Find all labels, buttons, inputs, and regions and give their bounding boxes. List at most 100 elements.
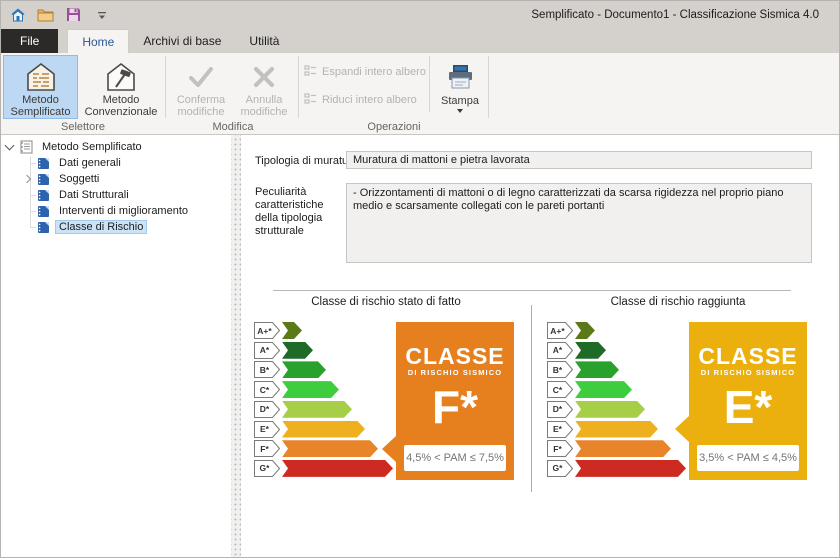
expand-tree-icon: [304, 65, 317, 80]
scale-row: F*: [547, 440, 671, 457]
scale-arrow: [575, 440, 671, 457]
tree-item-dati-strutturali[interactable]: Dati Strutturali: [1, 187, 231, 203]
scale-arrow: [575, 401, 645, 418]
scale-row: E*: [547, 421, 658, 438]
scale-row: A*: [254, 342, 313, 359]
scale-class-label: B*: [254, 361, 280, 378]
espandi-intero-albero-button[interactable]: Espandi intero albero: [304, 62, 432, 82]
riduci-intero-albero-button[interactable]: Riduci intero albero: [304, 90, 432, 110]
scale-arrow: [282, 322, 302, 339]
annulla-modifiche-button[interactable]: Annulla modifiche: [234, 55, 294, 119]
charts-separator: [273, 290, 791, 291]
metodo-convenzionale-label: Metodo Convenzionale: [83, 94, 159, 118]
group-label-selettore: Selettore: [1, 121, 165, 133]
tab-file[interactable]: File: [1, 29, 58, 53]
open-folder-icon[interactable]: [37, 6, 54, 23]
pam-range-badge: 3,5% < PAM ≤ 4,5%: [697, 445, 799, 471]
risk-class-letter: F*: [396, 385, 514, 429]
house-conventional-icon: [105, 59, 137, 94]
scale-arrow: [282, 401, 352, 418]
scale-class-label: F*: [254, 440, 280, 457]
chevron-right-icon[interactable]: [23, 175, 31, 183]
tree-item-interventi-di-miglioramento[interactable]: Interventi di miglioramento: [1, 203, 231, 219]
book-icon: [37, 173, 50, 186]
scale-row: E*: [254, 421, 365, 438]
classe-heading: CLASSE: [396, 322, 514, 367]
scale-class-label: C*: [547, 381, 573, 398]
conferma-modifiche-button[interactable]: Conferma modifiche: [170, 55, 232, 119]
tree-root-metodo-semplificato[interactable]: Metodo Semplificato: [1, 139, 231, 155]
chart-title-raggiunta: Classe di rischio raggiunta: [538, 296, 818, 308]
scale-class-label: A+*: [547, 322, 573, 339]
classe-subheading: DI RISCHIO SISMICO: [689, 368, 807, 377]
group-label-operazioni: Operazioni: [301, 121, 487, 133]
home-icon[interactable]: [9, 6, 26, 23]
notebook-icon: [19, 140, 33, 154]
conferma-modifiche-label: Conferma modifiche: [171, 94, 231, 118]
scale-row: A+*: [254, 322, 302, 339]
scale-class-label: E*: [547, 421, 573, 438]
risk-scale-raggiunta: A+* A* B* C* D* E* F* G* CLASSE DI RISCHIO SISM…: [547, 322, 822, 480]
scale-class-label: A*: [254, 342, 280, 359]
scale-class-label: D*: [254, 401, 280, 418]
scale-arrow: [575, 322, 595, 339]
ribbon-tab-bar: File Home Archivi di base Utilità: [1, 28, 839, 53]
metodo-semplificato-button[interactable]: Metodo Semplificato: [3, 55, 78, 119]
customize-toolbar-icon[interactable]: [93, 6, 110, 23]
peculiarita-textarea[interactable]: - Orizzontamenti di mattoni o di legno c…: [346, 183, 812, 263]
scale-class-label: F*: [547, 440, 573, 457]
annulla-modifiche-label: Annulla modifiche: [235, 94, 293, 118]
tipologia-muratura-input[interactable]: [346, 151, 812, 169]
riduci-intero-albero-label: Riduci intero albero: [322, 94, 417, 106]
scale-row: B*: [254, 361, 326, 378]
tree-root-label[interactable]: Metodo Semplificato: [38, 140, 146, 154]
scale-arrow: [575, 460, 686, 477]
tab-utilita[interactable]: Utilità: [235, 29, 293, 53]
checkmark-icon: [187, 59, 215, 94]
scale-arrow: [282, 361, 326, 378]
scale-row: A+*: [547, 322, 595, 339]
espandi-intero-albero-label: Espandi intero albero: [322, 66, 426, 78]
stampa-dropdown-icon[interactable]: [457, 109, 463, 113]
class-pointer-icon: [382, 436, 396, 462]
tree-item-dati-generali[interactable]: Dati generali: [1, 155, 231, 171]
scale-arrow: [282, 381, 339, 398]
save-icon[interactable]: [65, 6, 82, 23]
collapse-tree-icon: [304, 93, 317, 108]
risk-class-box: CLASSE DI RISCHIO SISMICO E* 3,5% < PAM …: [689, 322, 807, 480]
scale-arrow: [575, 361, 619, 378]
scale-row: F*: [254, 440, 378, 457]
metodo-convenzionale-button[interactable]: Metodo Convenzionale: [82, 55, 160, 119]
risk-scale-stato-di-fatto: A+*A*B*C*D*E*F*G* CLASSE DI RISCHIO SISM…: [254, 322, 529, 480]
ribbon: Metodo Semplificato Metodo Convenzionale…: [1, 53, 839, 135]
stampa-label: Stampa: [441, 95, 479, 107]
panel-splitter[interactable]: [231, 135, 241, 557]
content-area: Metodo Semplificato Dati generali Sogget…: [1, 135, 839, 557]
pam-range-badge: 4,5% < PAM ≤ 7,5%: [404, 445, 506, 471]
scale-class-label: D*: [547, 401, 573, 418]
scale-row: D*: [547, 401, 645, 418]
charts-divider: [531, 305, 532, 492]
scale-row: A*: [547, 342, 606, 359]
stampa-button[interactable]: Stampa: [433, 55, 487, 119]
scale-class-label: G*: [254, 460, 280, 477]
chevron-down-icon[interactable]: [5, 141, 15, 151]
detail-panel: Tipologia di muratura Peculiarità caratt…: [241, 135, 839, 557]
scale-class-label: G*: [547, 460, 573, 477]
class-pointer-icon: [675, 416, 689, 442]
navigation-tree: Metodo Semplificato Dati generali Sogget…: [1, 135, 231, 557]
scale-arrow: [575, 381, 632, 398]
tree-item-soggetti[interactable]: Soggetti: [1, 171, 231, 187]
tree-item-classe-di-rischio[interactable]: Classe di Rischio: [1, 219, 231, 235]
scale-row: B*: [547, 361, 619, 378]
application-window: Semplificato - Documento1 - Classificazi…: [0, 0, 840, 558]
tab-archivi-di-base[interactable]: Archivi di base: [129, 29, 235, 53]
risk-class-letter: E*: [689, 385, 807, 429]
printer-icon: [447, 59, 474, 95]
tab-home[interactable]: Home: [67, 29, 129, 53]
scale-row: C*: [254, 381, 339, 398]
scale-arrow: [282, 342, 313, 359]
chart-title-stato-di-fatto: Classe di rischio stato di fatto: [246, 296, 526, 308]
scale-class-label: E*: [254, 421, 280, 438]
scale-arrow: [282, 440, 378, 457]
